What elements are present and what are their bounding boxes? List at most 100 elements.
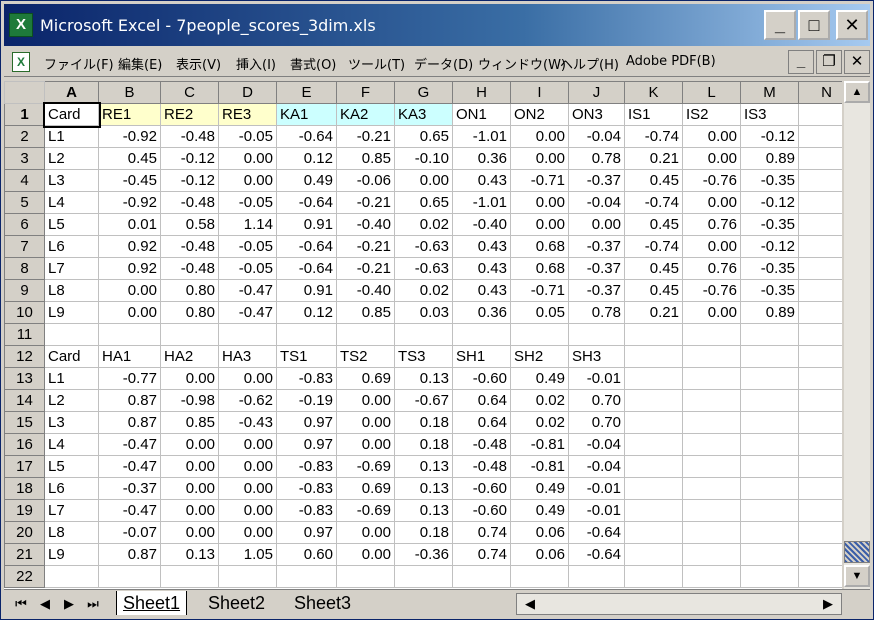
cell[interactable]	[798, 367, 842, 390]
menu-format[interactable]: 書式(O)	[290, 54, 336, 73]
cell[interactable]: L4	[44, 433, 99, 456]
cell[interactable]	[624, 433, 683, 456]
cell[interactable]	[336, 565, 395, 588]
cell[interactable]: -0.69	[336, 455, 395, 478]
cell[interactable]: -0.04	[568, 125, 625, 148]
menu-edit[interactable]: 編集(E)	[118, 54, 162, 73]
cell[interactable]: -0.83	[276, 477, 337, 500]
cell[interactable]: -0.67	[394, 389, 453, 412]
cell[interactable]: -0.19	[276, 389, 337, 412]
cell[interactable]: -0.71	[510, 169, 569, 192]
cell[interactable]: 0.49	[276, 169, 337, 192]
cell[interactable]: 0.13	[394, 455, 453, 478]
cell[interactable]: 0.89	[740, 147, 799, 170]
cell[interactable]: -0.63	[394, 235, 453, 258]
cell[interactable]: ON2	[510, 103, 569, 126]
cell[interactable]: 0.43	[452, 257, 511, 280]
cell[interactable]: 0.06	[510, 543, 569, 566]
cell[interactable]	[682, 455, 741, 478]
cell[interactable]: -0.60	[452, 477, 511, 500]
cell[interactable]: 0.00	[98, 301, 161, 324]
cell[interactable]	[798, 411, 842, 434]
cell[interactable]: 0.45	[624, 169, 683, 192]
cell[interactable]: 0.00	[336, 433, 395, 456]
cell[interactable]: SH2	[510, 345, 569, 368]
cell[interactable]: 0.00	[510, 191, 569, 214]
cell[interactable]: -0.37	[568, 235, 625, 258]
cell[interactable]: KA1	[276, 103, 337, 126]
cell[interactable]	[98, 323, 161, 346]
cell[interactable]: -0.47	[98, 433, 161, 456]
menu-help[interactable]: ヘルプ(H)	[560, 54, 619, 73]
title-bar[interactable]: X Microsoft Excel - 7people_scores_3dim.…	[4, 4, 870, 46]
cell[interactable]: SH3	[568, 345, 625, 368]
cell[interactable]: -0.01	[568, 499, 625, 522]
cell[interactable]: 0.87	[98, 411, 161, 434]
column-header-h[interactable]: H	[452, 81, 511, 104]
maximize-button[interactable]: □	[798, 10, 830, 40]
cell[interactable]: 0.00	[336, 521, 395, 544]
cell[interactable]: -0.35	[740, 279, 799, 302]
row-header[interactable]: 4	[4, 169, 45, 192]
cell[interactable]: 0.70	[568, 411, 625, 434]
last-sheet-icon[interactable]: ⏭	[82, 594, 104, 614]
cell[interactable]	[624, 345, 683, 368]
cell[interactable]: -0.64	[568, 521, 625, 544]
column-header-d[interactable]: D	[218, 81, 277, 104]
cell[interactable]	[624, 389, 683, 412]
cell[interactable]	[624, 521, 683, 544]
cell[interactable]: 0.05	[510, 301, 569, 324]
cell[interactable]: 0.02	[510, 389, 569, 412]
cell[interactable]: L6	[44, 477, 99, 500]
cell[interactable]: 0.68	[510, 257, 569, 280]
cell[interactable]: 0.00	[160, 455, 219, 478]
cell[interactable]: 0.78	[568, 147, 625, 170]
column-header-i[interactable]: I	[510, 81, 569, 104]
cell[interactable]	[740, 433, 799, 456]
menu-insert[interactable]: 挿入(I)	[236, 54, 276, 73]
cell[interactable]: L5	[44, 455, 99, 478]
cell[interactable]: 0.00	[336, 543, 395, 566]
cell[interactable]: 0.69	[336, 367, 395, 390]
column-header-a[interactable]: A	[44, 81, 99, 104]
cell[interactable]: -0.12	[740, 125, 799, 148]
cell[interactable]: -0.47	[98, 455, 161, 478]
cell[interactable]	[98, 565, 161, 588]
cell[interactable]: L1	[44, 125, 99, 148]
cell[interactable]: 0.21	[624, 301, 683, 324]
cell[interactable]: IS1	[624, 103, 683, 126]
workbook-icon[interactable]: X	[12, 52, 30, 72]
workbook-minimize-button[interactable]: _	[788, 50, 814, 74]
cell[interactable]: L9	[44, 301, 99, 324]
cell[interactable]: -0.74	[624, 125, 683, 148]
cell[interactable]	[510, 323, 569, 346]
cell[interactable]	[798, 301, 842, 324]
cell[interactable]: 0.00	[218, 521, 277, 544]
cell[interactable]: 0.36	[452, 301, 511, 324]
cell[interactable]	[682, 543, 741, 566]
cell[interactable]: SH1	[452, 345, 511, 368]
cell[interactable]: 0.21	[624, 147, 683, 170]
row-header[interactable]: 2	[4, 125, 45, 148]
cell[interactable]: TS2	[336, 345, 395, 368]
cell[interactable]: 0.00	[218, 433, 277, 456]
cell[interactable]: 0.12	[276, 301, 337, 324]
close-button[interactable]: ✕	[836, 10, 868, 40]
scroll-down-icon[interactable]: ▼	[844, 565, 870, 587]
cell[interactable]: 0.85	[336, 301, 395, 324]
row-header[interactable]: 6	[4, 213, 45, 236]
cell[interactable]: -0.21	[336, 191, 395, 214]
cell[interactable]: -0.76	[682, 279, 741, 302]
column-header-g[interactable]: G	[394, 81, 453, 104]
cell[interactable]: 0.45	[624, 213, 683, 236]
scroll-up-icon[interactable]: ▲	[844, 81, 870, 103]
cell[interactable]: -0.35	[740, 213, 799, 236]
row-header[interactable]: 20	[4, 521, 45, 544]
cell[interactable]: L9	[44, 543, 99, 566]
cell[interactable]: -0.77	[98, 367, 161, 390]
cell[interactable]: -0.05	[218, 257, 277, 280]
cell[interactable]: -0.12	[160, 147, 219, 170]
cell[interactable]	[160, 323, 219, 346]
cell[interactable]: -0.69	[336, 499, 395, 522]
cell[interactable]: -0.21	[336, 125, 395, 148]
